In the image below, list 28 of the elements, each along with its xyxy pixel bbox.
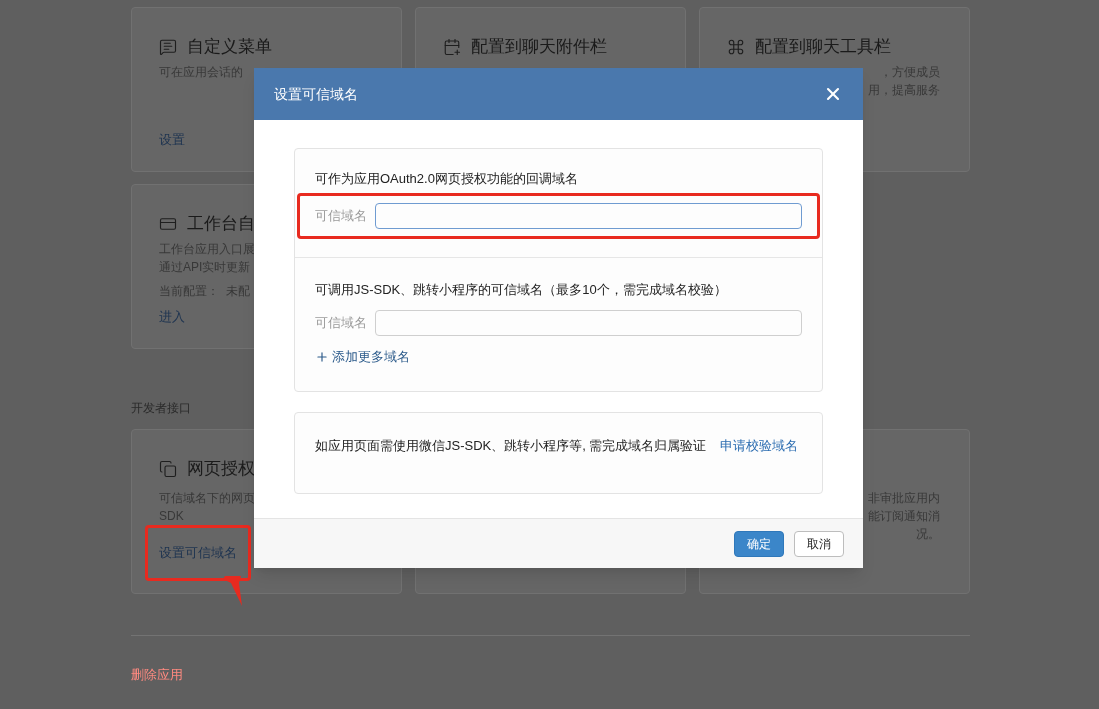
card-title: 配置到聊天附件栏 <box>471 36 607 59</box>
dialog-button[interactable]: 取消 <box>794 530 844 557</box>
domain-input[interactable] <box>375 310 802 336</box>
card-icon <box>159 460 177 478</box>
annotation-arrow <box>221 575 243 607</box>
card-link[interactable]: 设置 <box>159 130 185 150</box>
dialog-button[interactable]: 确定 <box>734 530 784 557</box>
notice-text: 如应用页面需使用微信JS-SDK、跳转小程序等, 需完成域名归属验证 <box>315 437 707 453</box>
card-icon <box>159 215 177 233</box>
card-title: 网页授权 <box>187 458 255 481</box>
add-domain-link[interactable]: 添加更多域名 <box>315 347 410 367</box>
card-title: 自定义菜单 <box>187 36 272 59</box>
verify-domain-link[interactable]: 申请校验域名 <box>720 437 799 453</box>
card-link[interactable]: 设置可信域名 <box>145 525 251 581</box>
card-icon <box>443 38 461 56</box>
section-heading: 可调用JS-SDK、跳转小程序的可信域名（最多10个，需完成域名校验） <box>315 280 728 299</box>
field-label: 可信域名 <box>315 206 367 225</box>
section-heading: 可作为应用OAuth2.0网页授权功能的回调域名 <box>315 170 579 188</box>
card-title: 配置到聊天工具栏 <box>755 36 891 59</box>
dialog-title: 设置可信域名 <box>274 84 358 104</box>
plus-icon <box>315 349 329 364</box>
card-icon <box>159 38 177 56</box>
delete-app-link[interactable]: 删除应用 <box>131 665 183 685</box>
domain-input[interactable] <box>375 202 802 229</box>
card-title: 工作台自 <box>187 213 255 236</box>
card-icon <box>727 38 745 56</box>
field-label: 可信域名 <box>315 314 367 333</box>
card-link[interactable]: 进入 <box>159 307 185 327</box>
